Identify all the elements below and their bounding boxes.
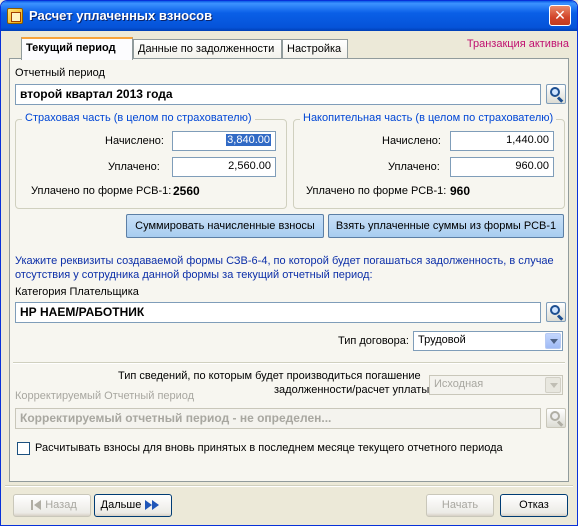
back-button-label: Назад (45, 499, 77, 511)
next-button-label: Дальше (100, 499, 142, 511)
insurance-paid-label: Уплачено: (108, 161, 160, 173)
take-paid-button[interactable]: Взять уплаченные суммы из формы РСВ-1 (328, 214, 564, 238)
sum-charged-button[interactable]: Суммировать начисленные взносы (126, 214, 324, 238)
period-search-button[interactable] (546, 84, 566, 104)
corrected-period-field[interactable]: Корректируемый отчетный период - не опре… (15, 408, 541, 429)
forward-arrow-icon (145, 500, 161, 511)
corrected-period-label: Корректируемый Отчетный период (15, 390, 195, 402)
insurance-charged-input[interactable]: 3,840.00 (172, 131, 276, 151)
insurance-paid-input[interactable]: 2,560.00 (172, 157, 276, 177)
close-button[interactable]: ✕ (549, 5, 571, 26)
info-type-label-line1: Тип сведений, по которым будет производи… (118, 370, 421, 382)
funded-paid-input[interactable]: 960.00 (450, 157, 554, 177)
funded-paid-label: Уплачено: (388, 161, 440, 173)
info-type-value: Исходная (434, 378, 484, 390)
funded-rsv-value: 960 (450, 184, 471, 198)
insurance-rsv-label: Уплачено по форме РСВ-1: (31, 185, 172, 197)
payer-category-search-button[interactable] (546, 302, 566, 322)
corrected-period-search-button[interactable] (546, 408, 566, 428)
cancel-button[interactable]: Отказ (500, 494, 568, 517)
form-icon (7, 8, 23, 24)
window-title: Расчет уплаченных взносов (29, 8, 213, 23)
contract-type-select[interactable]: Трудовой (413, 331, 563, 351)
period-field[interactable]: второй квартал 2013 года (15, 84, 541, 105)
next-button[interactable]: Дальше (94, 494, 172, 517)
funded-rsv-label: Уплачено по форме РСВ-1: (306, 185, 447, 197)
insurance-charged-value: 3,840.00 (226, 134, 271, 146)
info-type-label-line2: задолженности/расчет уплаты: (274, 384, 433, 396)
title-bar[interactable]: Расчет уплаченных взносов ✕ (1, 1, 577, 31)
section-divider (13, 362, 565, 364)
payer-category-label: Категория Плательщика (15, 286, 139, 298)
dialog-window: Расчет уплаченных взносов ✕ Текущий пери… (0, 0, 578, 526)
insurance-rsv-value: 2560 (173, 184, 200, 198)
funded-group-title: Накопительная часть (в целом по страхова… (300, 112, 557, 124)
contract-type-label: Тип договора: (338, 335, 409, 347)
insurance-group-title: Страховая часть (в целом по страхователю… (22, 112, 255, 124)
chevron-down-icon[interactable] (545, 333, 561, 349)
back-button[interactable]: Назад (13, 494, 91, 517)
start-button[interactable]: Начать (426, 494, 494, 517)
contract-type-value: Трудовой (418, 334, 466, 346)
footer-divider (5, 485, 573, 487)
tab-debt-data[interactable]: Данные по задолженности (133, 39, 282, 59)
insurance-charged-label: Начислено: (105, 135, 164, 147)
tab-current-period[interactable]: Текущий период (21, 37, 133, 60)
funded-charged-input[interactable]: 1,440.00 (450, 131, 554, 151)
period-label: Отчетный период (15, 67, 105, 79)
new-hires-checkbox-label[interactable]: Расчитывать взносы для вновь принятых в … (35, 442, 503, 454)
tab-settings[interactable]: Настройка (282, 39, 348, 59)
new-hires-checkbox[interactable] (17, 442, 30, 455)
chevron-down-icon (545, 377, 561, 393)
info-type-select[interactable]: Исходная (429, 375, 563, 395)
funded-charged-label: Начислено: (382, 135, 441, 147)
back-arrow-icon (31, 500, 42, 511)
transaction-status: Транзакция активна (466, 38, 569, 50)
szv-hint-text: Укажите реквизиты создаваемой формы СЗВ-… (15, 255, 554, 281)
payer-category-field[interactable]: НР НАЕМ/РАБОТНИК (15, 302, 541, 323)
